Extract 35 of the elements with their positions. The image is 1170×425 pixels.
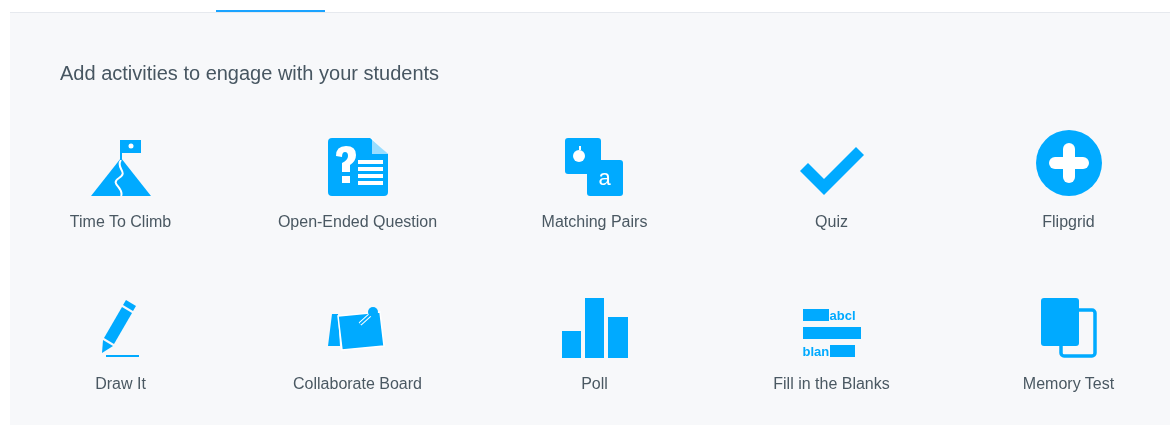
blank-bar [802, 327, 861, 339]
activity-label: Draw It [95, 374, 146, 394]
pencil-icon [101, 300, 140, 358]
activity-label: Memory Test [1022, 374, 1115, 394]
activity-label: Fill in the Blanks [773, 374, 890, 394]
activity-label: Flipgrid [1042, 212, 1095, 232]
icon-letters: abcl [829, 308, 856, 322]
checkmark-icon [799, 146, 864, 196]
activity-tile[interactable]: Draw It [2, 288, 239, 425]
section-heading: Add activities to engage with your students [60, 61, 441, 86]
activity-tile[interactable]: Memory Test [950, 288, 1170, 425]
activity-tile[interactable]: a Matching Pairs [476, 126, 713, 270]
blank-bar [830, 345, 856, 357]
plus-circle-icon [1035, 130, 1102, 196]
mountain-flag-icon [90, 138, 151, 196]
stacked-cards-icon [1040, 298, 1097, 358]
question-document-icon [327, 138, 388, 196]
activity-tile[interactable]: Collaborate Board [239, 288, 476, 425]
blank-bar [802, 309, 829, 321]
activity-tile[interactable]: Open-Ended Question [239, 126, 476, 270]
activity-label: Collaborate Board [293, 374, 422, 394]
letter-card: a [586, 160, 623, 196]
activity-label: Time To Climb [69, 212, 172, 232]
icon-letters: blan [802, 344, 830, 358]
bar-chart-icon [561, 298, 628, 358]
activity-label: Poll [581, 374, 608, 394]
activity-label: Matching Pairs [541, 212, 648, 232]
activity-tile[interactable]: abcl blan Fill in the Blanks [713, 288, 950, 425]
activity-tile[interactable]: Flipgrid [950, 126, 1170, 270]
activity-tile[interactable]: Quiz [713, 126, 950, 270]
activity-tile[interactable]: Poll [476, 288, 713, 425]
activity-label: Quiz [815, 212, 848, 232]
activity-tile[interactable]: Time To Climb [2, 126, 239, 270]
active-tab-underline[interactable] [216, 10, 325, 12]
activity-label: Open-Ended Question [277, 212, 438, 232]
